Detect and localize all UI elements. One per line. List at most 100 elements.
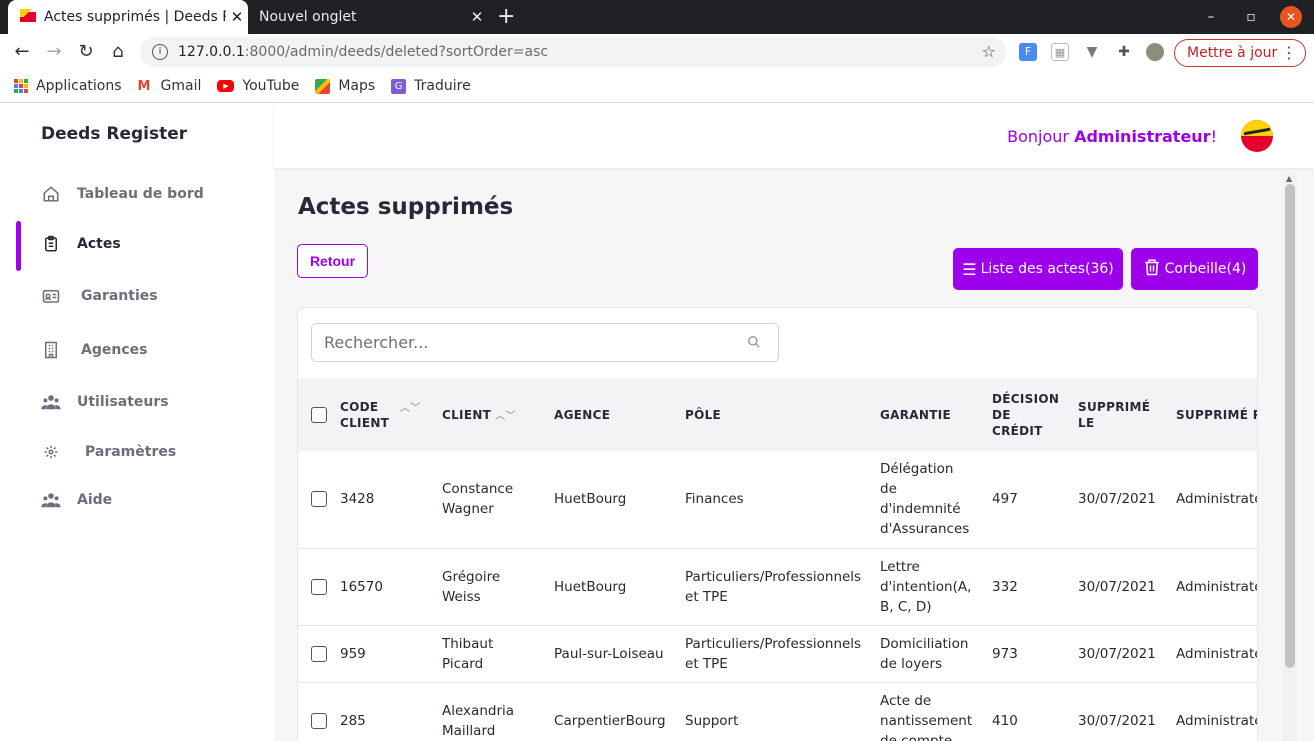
address-bar[interactable]: i 127.0.0.1:8000/admin/deeds/deleted?sor… [140, 37, 1006, 67]
reload-icon[interactable]: ↻ [75, 41, 97, 63]
search-icon[interactable] [747, 335, 761, 349]
extension-vue-icon[interactable]: ▼ [1083, 43, 1101, 61]
sidebar-item-aide[interactable]: Aide [41, 490, 112, 510]
maps-icon [315, 78, 331, 94]
trash-icon [1143, 257, 1161, 281]
greeting-prefix: Bonjour [1007, 127, 1075, 146]
scroll-up-arrow-icon[interactable]: ▲ [1286, 174, 1292, 183]
extension-f-icon[interactable]: F [1019, 43, 1037, 61]
translate-icon: G [391, 78, 407, 94]
bookmark-translate[interactable]: G Traduire [391, 78, 471, 94]
row-checkbox[interactable] [311, 578, 327, 595]
sidebar-item-label: Agences [81, 342, 148, 358]
sidebar-item-actes[interactable]: Actes [41, 234, 121, 254]
url-path: :8000/admin/deeds/deleted?sortOrder=asc [244, 44, 549, 60]
row-checkbox[interactable] [311, 645, 327, 662]
col-supprime-par: SUPPRIMÉ PAR [1176, 407, 1257, 422]
active-nav-indicator [16, 221, 21, 271]
new-tab-icon[interactable]: + [497, 4, 515, 30]
table-header-row: CODE CLIENT︿﹀ CLIENT ︿﹀ AGENCE PÔLE GARAN… [298, 378, 1257, 451]
cell-pole: Particuliers/Professionnels et TPE [685, 625, 881, 683]
site-favicon-icon [20, 9, 36, 25]
cell-client: Grégoire Weiss [442, 548, 555, 626]
clipboard-icon [41, 234, 61, 254]
window-close-icon[interactable]: ✕ [1280, 6, 1302, 28]
top-header: Bonjour Administrateur! [274, 104, 1314, 168]
bookmark-apps[interactable]: Applications [14, 78, 122, 94]
page-scrollbar[interactable]: ▲ [1283, 172, 1297, 741]
deeds-list-label: Liste des actes(36) [980, 261, 1114, 277]
sidebar-item-utilisateurs[interactable]: Utilisateurs [41, 392, 169, 412]
col-code-client[interactable]: CODE CLIENT ︿﹀ [340, 378, 442, 451]
bookmark-label: YouTube [242, 78, 300, 94]
tab-close-icon[interactable]: ✕ [466, 8, 488, 26]
forward-arrow-icon[interactable]: → [43, 41, 65, 63]
profile-avatar-icon[interactable] [1146, 43, 1164, 61]
col-pole: PÔLE [685, 407, 722, 422]
deeds-list-button[interactable]: ☰ Liste des actes(36) [953, 248, 1123, 290]
scrollbar-thumb[interactable] [1285, 184, 1295, 668]
trash-button[interactable]: Corbeille(4) [1131, 248, 1258, 290]
bookmark-label: Gmail [160, 78, 202, 94]
cell-deleted-by: Administrateur [1176, 682, 1257, 741]
deeds-table: CODE CLIENT︿﹀ CLIENT ︿﹀ AGENCE PÔLE GARAN… [298, 378, 1257, 741]
sidebar-item-garanties[interactable]: Garanties [41, 286, 158, 306]
gear-icon [41, 442, 61, 462]
sidebar-item-label: Garanties [81, 288, 158, 304]
sidebar-item-parametres[interactable]: Paramètres [41, 442, 176, 462]
bookmark-gmail[interactable]: M Gmail [138, 78, 202, 94]
sort-arrows-icon[interactable]: ︿﹀ [495, 411, 516, 422]
bookmark-star-icon[interactable]: ☆ [982, 42, 996, 61]
select-all-checkbox[interactable] [311, 406, 327, 423]
maximize-icon[interactable]: ▫ [1240, 6, 1262, 28]
col-garantie: GARANTIE [880, 407, 951, 422]
cell-code: 16570 [340, 548, 442, 626]
back-button[interactable]: Retour [297, 244, 368, 278]
table-row[interactable]: 16570 Grégoire Weiss HuetBourg Particuli… [298, 548, 1257, 626]
more-menu-icon[interactable]: ⋮ [1281, 43, 1297, 62]
cell-decision: 973 [992, 625, 1079, 683]
tab-title: Actes supprimés | Deeds R [44, 9, 226, 25]
home-icon [41, 184, 61, 204]
sort-arrows-icon[interactable]: ︿﹀ [400, 403, 421, 414]
user-avatar[interactable] [1241, 120, 1273, 152]
building-icon [41, 340, 61, 360]
table-row[interactable]: 285 Alexandria Maillard CarpentierBourg … [298, 682, 1257, 741]
table-row[interactable]: 3428 Constance Wagner HuetBourg Finances… [298, 451, 1257, 549]
browser-tab-inactive[interactable]: Nouvel onglet ✕ [248, 0, 488, 34]
browser-toolbar: ← → ↻ ⌂ i 127.0.0.1:8000/admin/deeds/del… [0, 34, 1314, 70]
site-info-icon[interactable]: i [152, 44, 168, 60]
col-label: CODE CLIENT [340, 399, 390, 430]
tab-title: Nouvel onglet [259, 9, 357, 25]
sidebar-item-agences[interactable]: Agences [41, 340, 147, 360]
sidebar-item-dashboard[interactable]: Tableau de bord [41, 184, 204, 204]
gmail-icon: M [137, 78, 151, 94]
cell-date: 30/07/2021 [1078, 451, 1177, 549]
cell-garantie: Domiciliation de loyers [880, 625, 993, 683]
row-checkbox[interactable] [311, 491, 327, 508]
sidebar-item-label: Actes [77, 236, 121, 252]
search-input[interactable] [311, 323, 779, 362]
greeting-suffix: ! [1210, 127, 1217, 146]
minimize-icon[interactable]: – [1200, 6, 1222, 28]
cell-garantie: Acte de nantissement de compte [880, 682, 993, 741]
extensions-puzzle-icon[interactable]: ✚ [1115, 43, 1133, 61]
home-icon[interactable]: ⌂ [107, 41, 129, 63]
cell-date: 30/07/2021 [1078, 548, 1177, 626]
cell-decision: 332 [992, 548, 1079, 626]
bookmark-youtube[interactable]: ▶ YouTube [217, 78, 299, 94]
update-button[interactable]: Mettre à jour ⋮ [1174, 39, 1306, 67]
bookmark-label: Maps [338, 78, 376, 94]
tab-close-icon[interactable]: ✕ [226, 8, 248, 26]
browser-tab-active[interactable]: Actes supprimés | Deeds R ✕ [8, 0, 248, 34]
row-checkbox[interactable] [311, 712, 327, 729]
bookmark-maps[interactable]: Maps [315, 78, 375, 94]
back-arrow-icon[interactable]: ← [11, 41, 33, 63]
sidebar-item-label: Utilisateurs [77, 394, 169, 410]
table-row[interactable]: 959 Thibaut Picard Paul-sur-Loiseau Part… [298, 625, 1257, 683]
trash-label: Corbeille(4) [1164, 261, 1247, 277]
extension-grid-icon[interactable]: ▦ [1051, 43, 1069, 61]
bookmarks-bar: Applications M Gmail ▶ YouTube Maps G Tr… [0, 70, 1314, 103]
cell-deleted-by: Administrateur [1176, 625, 1257, 683]
col-client[interactable]: CLIENT ︿﹀ [442, 378, 554, 451]
